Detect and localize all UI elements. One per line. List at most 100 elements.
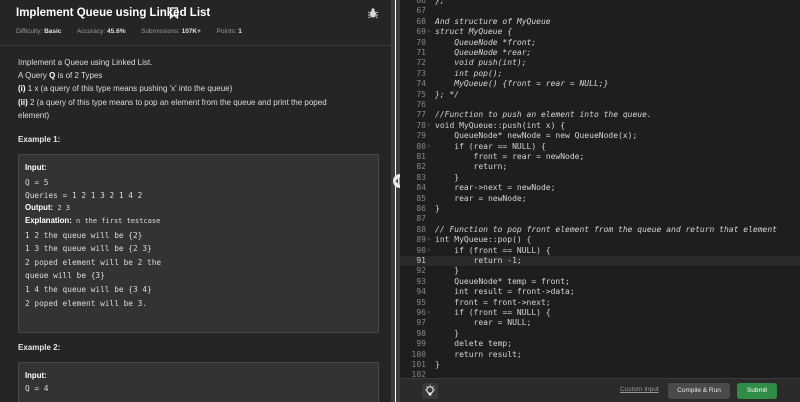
submit-button[interactable]: Submit: [737, 383, 777, 399]
line-number: 95: [416, 297, 426, 307]
compile-run-button[interactable]: Compile & Run: [668, 383, 730, 399]
code-line[interactable]: 99 delete temp;: [400, 339, 800, 349]
code-line[interactable]: 102: [400, 370, 800, 378]
code-text: return -1;: [435, 256, 522, 265]
code-line[interactable]: 85 rear = newNode;: [400, 194, 800, 204]
code-text: }: [435, 204, 440, 213]
line-number: 97: [416, 318, 426, 328]
example-explanation: Explanation: n the first testcase: [25, 216, 161, 225]
fold-chevron-icon[interactable]: ˅: [427, 121, 433, 131]
fold-chevron-icon[interactable]: ˅: [427, 246, 433, 256]
line-number: 69: [416, 27, 426, 37]
code-line[interactable]: 72 void push(int);: [400, 58, 800, 68]
code-line[interactable]: 100 return result;: [400, 350, 800, 360]
line-number: 86: [416, 204, 426, 213]
line-number: 100: [411, 349, 426, 359]
example-queries: Queries = 1 2 1 3 2 1 4 2: [25, 191, 143, 200]
line-number: 91: [416, 256, 426, 265]
code-text: front = rear = newNode;: [435, 152, 585, 161]
code-text: }: [435, 266, 460, 276]
code-text: rear->next = newNode;: [435, 183, 556, 193]
line-number: 70: [416, 37, 426, 47]
input-label: Input:: [25, 163, 47, 172]
code-line[interactable]: 86}: [400, 204, 800, 214]
example-output: Output: 2 3: [25, 203, 71, 212]
code-line[interactable]: 93 QueueNode* temp = front;: [400, 277, 800, 287]
code-text: return;: [435, 162, 508, 172]
code-text: int MyQueue::pop() {: [435, 235, 532, 245]
line-number: 93: [416, 276, 426, 286]
code-text: QueueNode* newNode = new QueueNode(x);: [435, 131, 638, 141]
code-text: int result = front->data;: [435, 287, 575, 297]
example-box: Input: Q = 5 Queries = 1 2 1 3 2 1 4 2 O…: [18, 154, 379, 333]
code-line[interactable]: 79 QueueNode* newNode = new QueueNode(x)…: [400, 131, 800, 141]
code-line[interactable]: 81 front = rear = newNode;: [400, 152, 800, 162]
line-number: 81: [416, 152, 426, 161]
code-line[interactable]: 96 ˅ if (front == NULL) {: [400, 308, 800, 318]
code-line[interactable]: 101}: [400, 360, 800, 370]
code-line[interactable]: 89 ˅ int MyQueue::pop() {: [400, 235, 800, 245]
line-number: 68: [416, 16, 426, 26]
code-line[interactable]: 94 int result = front->data;: [400, 287, 800, 297]
bookmark-icon[interactable]: [169, 7, 179, 19]
problem-header: Implement Queue using Linked List Diffic…: [0, 0, 391, 46]
code-text: front = front->next;: [435, 297, 551, 307]
custom-input-link[interactable]: Custom Input: [620, 386, 659, 393]
line-number: 92: [416, 266, 426, 276]
problem-title: Implement Queue using Linked List: [16, 7, 211, 19]
code-line[interactable]: 91 return -1;: [400, 256, 800, 267]
code-line[interactable]: 98 }: [400, 329, 800, 339]
fold-chevron-icon[interactable]: ˅: [427, 142, 433, 152]
code-line[interactable]: 78 ˅ void MyQueue::push(int x) {: [400, 121, 800, 131]
code-line[interactable]: 92 }: [400, 266, 800, 276]
line-number: 78: [416, 120, 426, 130]
code-line[interactable]: 83 }: [400, 173, 800, 183]
code-line[interactable]: 84 rear->next = newNode;: [400, 183, 800, 193]
fold-chevron-icon[interactable]: ˅: [427, 235, 433, 245]
code-line[interactable]: 87: [400, 214, 800, 224]
code-text: MyQueue() {front = rear = NULL;}: [435, 79, 609, 89]
code-line[interactable]: 74 MyQueue() {front = rear = NULL;}: [400, 79, 800, 89]
line-number: 80: [416, 141, 426, 151]
code-line[interactable]: 95 front = front->next;: [400, 298, 800, 308]
code-line[interactable]: 70 QueueNode *front;: [400, 38, 800, 48]
code-text: }: [435, 328, 460, 338]
code-line[interactable]: 75 }; */: [400, 90, 800, 100]
line-number: 79: [416, 131, 426, 141]
line-number: 75: [416, 89, 426, 99]
code-line[interactable]: 71 QueueNode *rear;: [400, 48, 800, 58]
statement-line: (i) 1 x (a query of this type means push…: [18, 84, 233, 93]
code-line[interactable]: 97 rear = NULL;: [400, 318, 800, 328]
code-line[interactable]: 69 ˅ struct MyQueue {: [400, 27, 800, 37]
code-text: }; */: [435, 89, 460, 99]
statement-line: element): [18, 111, 50, 120]
submissions-value: 107K+: [181, 28, 201, 35]
code-line[interactable]: 80 ˅ if (rear == NULL) {: [400, 142, 800, 152]
code-line[interactable]: 76: [400, 100, 800, 110]
code-line[interactable]: 73 int pop();: [400, 69, 800, 79]
code-line[interactable]: 88 // Function to pop front element from …: [400, 225, 800, 235]
lightbulb-icon[interactable]: [422, 383, 438, 399]
line-number: 84: [416, 183, 426, 193]
fold-chevron-icon[interactable]: ˅: [427, 27, 433, 37]
code-text: And structure of MyQueue: [435, 16, 551, 26]
editor-footer: Custom Input Compile & Run Submit: [400, 378, 800, 402]
code-text: void MyQueue::push(int x) {: [435, 120, 566, 130]
code-line[interactable]: 77 //Function to push an element into the…: [400, 110, 800, 120]
code-editor[interactable]: 66}; 67 68 And structure of MyQueue 69 ˅ struc…: [400, 0, 800, 378]
difficulty-value: Basic: [44, 28, 62, 35]
panel-divider[interactable]: [391, 0, 400, 402]
fold-chevron-icon[interactable]: ˅: [427, 308, 433, 318]
explanation-line: 1 2 the queue will be {2}: [25, 231, 143, 240]
code-line[interactable]: 82 return;: [400, 162, 800, 172]
code-line[interactable]: 67: [400, 6, 800, 16]
line-number: 74: [416, 79, 426, 89]
bug-icon[interactable]: [367, 7, 379, 19]
code-text: if (front == NULL) {: [435, 308, 551, 317]
code-line[interactable]: 68 And structure of MyQueue: [400, 17, 800, 27]
code-text: // Function to pop front element from th…: [435, 224, 777, 234]
line-number: 98: [416, 328, 426, 338]
code-line[interactable]: 90 ˅ if (front == NULL) {: [400, 246, 800, 256]
code-text: rear = newNode;: [435, 193, 527, 203]
code-text: QueueNode* temp = front;: [435, 276, 570, 286]
